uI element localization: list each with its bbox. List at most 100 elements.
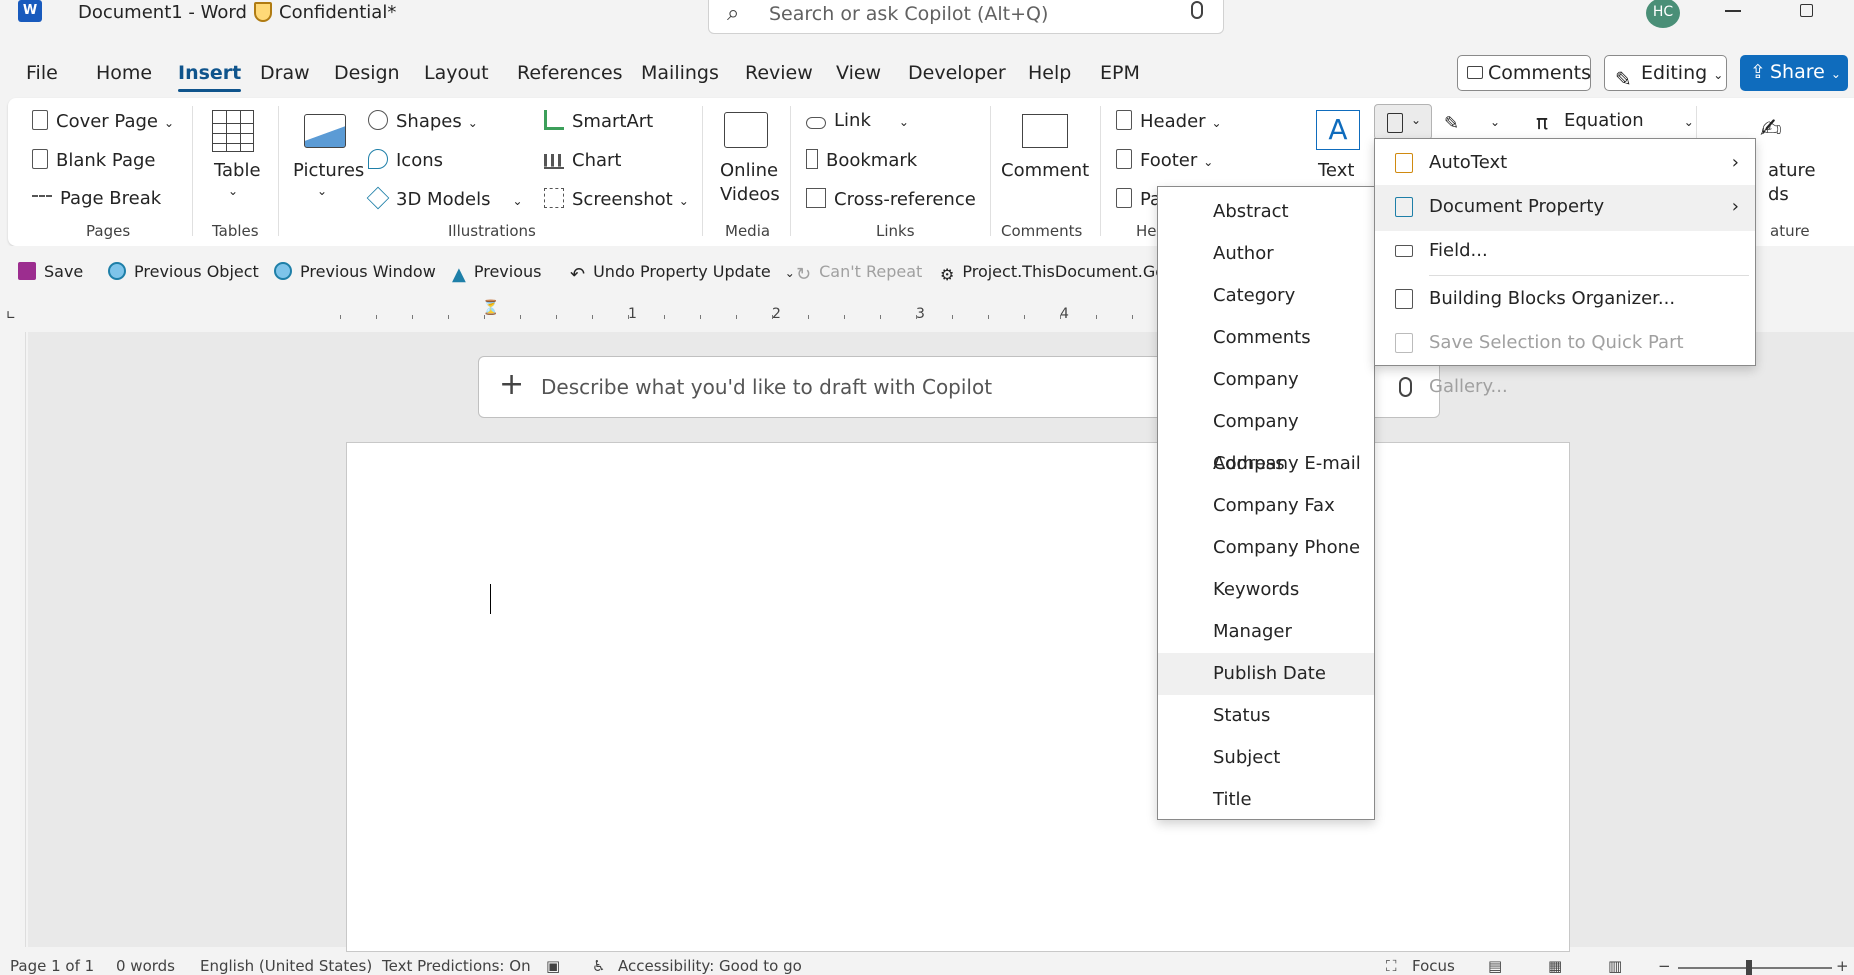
tab-insert[interactable]: Insert — [178, 62, 242, 92]
page-count[interactable]: Page 1 of 1 — [10, 957, 94, 975]
tab-design[interactable]: Design — [334, 62, 400, 84]
word-count[interactable]: 0 words — [116, 957, 175, 975]
print-layout-icon[interactable]: ▦ — [1548, 957, 1562, 975]
zoom-out-icon[interactable]: − — [1658, 957, 1671, 975]
page-number-button[interactable]: Pa — [1116, 188, 1161, 210]
new-comment-icon[interactable] — [1022, 114, 1068, 148]
table-icon[interactable] — [212, 110, 254, 152]
property-company-fax[interactable]: Company Fax — [1158, 485, 1374, 527]
property-publish-date[interactable]: Publish Date — [1158, 653, 1374, 695]
property-company-address[interactable]: Company Address — [1158, 401, 1374, 474]
comment-button-label[interactable]: Comment — [1001, 160, 1089, 181]
microphone-icon[interactable] — [1191, 1, 1203, 19]
focus-icon[interactable]: ⛶ — [1386, 957, 1397, 975]
accessibility-icon[interactable]: ♿ — [592, 957, 605, 975]
editing-mode-button[interactable]: ✎ Editing ⌄ — [1604, 55, 1727, 91]
property-author[interactable]: Author — [1158, 233, 1374, 275]
focus-mode[interactable]: Focus — [1412, 957, 1455, 975]
autotext-menu-item[interactable]: AutoText › — [1375, 141, 1755, 187]
quick-parts-button[interactable]: ⌄ — [1374, 104, 1432, 140]
signature-line-button[interactable]: ✎ ⌄ — [1444, 110, 1500, 134]
accessibility-status[interactable]: Accessibility: Good to go — [618, 957, 802, 975]
repeat-button[interactable]: ↻ Can't Repeat — [796, 262, 922, 285]
signature-icon[interactable]: ✍ — [1760, 114, 1782, 144]
page-break-button[interactable]: Page Break — [32, 188, 161, 209]
tab-stop-icon[interactable]: ∟ — [6, 308, 16, 322]
zoom-in-icon[interactable]: + — [1836, 957, 1849, 975]
tab-developer[interactable]: Developer — [908, 62, 1006, 84]
pictures-icon[interactable] — [304, 114, 346, 148]
previous-button[interactable]: ▲ Previous — [452, 262, 541, 285]
property-subject[interactable]: Subject — [1158, 737, 1374, 779]
previous-object-button[interactable]: Previous Object — [108, 262, 259, 281]
table-button-label[interactable]: Table — [214, 160, 261, 181]
property-abstract[interactable]: Abstract — [1158, 191, 1374, 233]
chart-button[interactable]: Chart — [544, 149, 621, 171]
smartart-button[interactable]: SmartArt — [544, 110, 653, 132]
tab-references[interactable]: References — [517, 62, 623, 84]
text-button-label[interactable]: Text — [1318, 160, 1354, 181]
property-comments[interactable]: Comments — [1158, 317, 1374, 359]
pictures-button-label[interactable]: Pictures — [293, 160, 364, 181]
macro-button[interactable]: ⚙ Project.ThisDocument.GoBa — [940, 262, 1186, 284]
text-box-icon[interactable]: A — [1316, 110, 1360, 150]
text-predictions[interactable]: Text Predictions: On — [382, 957, 531, 975]
tab-draw[interactable]: Draw — [260, 62, 310, 84]
chevron-down-icon[interactable]: ⌄ — [228, 184, 238, 198]
blank-page-button[interactable]: Blank Page — [32, 149, 156, 171]
signature-line2[interactable]: ds — [1768, 184, 1789, 205]
tab-view[interactable]: View — [836, 62, 881, 84]
comments-button[interactable]: Comments — [1457, 55, 1591, 91]
tab-help[interactable]: Help — [1028, 62, 1071, 84]
property-company-phone[interactable]: Company Phone — [1158, 527, 1374, 569]
save-button[interactable]: Save — [18, 262, 83, 281]
header-button[interactable]: Header ⌄ — [1116, 110, 1222, 132]
tab-home[interactable]: Home — [96, 62, 152, 84]
videos-label[interactable]: Videos — [720, 184, 780, 205]
tab-epm[interactable]: EPM — [1100, 62, 1140, 84]
cross-reference-button[interactable]: Cross-reference — [806, 188, 976, 210]
property-company[interactable]: Company — [1158, 359, 1374, 401]
property-title[interactable]: Title — [1158, 779, 1374, 821]
web-layout-icon[interactable]: ▥ — [1608, 957, 1622, 975]
cover-page-button[interactable]: Cover Page ⌄ — [32, 110, 174, 132]
zoom-slider[interactable] — [1678, 967, 1832, 969]
signature-line1[interactable]: ature — [1768, 160, 1816, 181]
equation-button[interactable]: π Equation ⌄ — [1536, 110, 1694, 134]
field-menu-item[interactable]: Field... — [1375, 229, 1755, 275]
property-manager[interactable]: Manager — [1158, 611, 1374, 653]
undo-button[interactable]: ↶ Undo Property Update ⌄ — [570, 262, 795, 285]
property-status[interactable]: Status — [1158, 695, 1374, 737]
plus-icon[interactable]: + — [499, 367, 524, 402]
property-keywords[interactable]: Keywords — [1158, 569, 1374, 611]
save-selection-menu-item[interactable]: Save Selection to Quick Part Gallery... — [1375, 321, 1755, 397]
link-button[interactable]: Link ⌄ — [806, 110, 909, 131]
zoom-slider-thumb[interactable] — [1746, 960, 1752, 975]
vertical-ruler[interactable] — [0, 332, 26, 947]
macro-recording-icon[interactable]: ▣ — [546, 957, 560, 975]
property-category[interactable]: Category — [1158, 275, 1374, 317]
restore-icon[interactable] — [1800, 4, 1813, 17]
3d-models-button[interactable]: 3D Models ⌄ — [366, 186, 523, 210]
indent-marker-icon[interactable]: ⏳ — [482, 300, 499, 316]
icons-button[interactable]: Icons — [368, 149, 443, 171]
screenshot-button[interactable]: Screenshot ⌄ — [544, 188, 689, 210]
chevron-down-icon[interactable]: ⌄ — [785, 266, 795, 280]
tab-mailings[interactable]: Mailings — [641, 62, 719, 84]
microphone-icon[interactable] — [1399, 377, 1412, 397]
online-video-icon[interactable] — [724, 112, 768, 148]
share-button[interactable]: ⇪ Share ⌄ — [1740, 55, 1848, 91]
online-label[interactable]: Online — [720, 160, 778, 181]
document-property-menu-item[interactable]: Document Property › — [1375, 185, 1755, 231]
footer-button[interactable]: Footer ⌄ — [1116, 149, 1213, 171]
sensitivity-shield-icon[interactable] — [254, 2, 272, 22]
read-mode-icon[interactable]: ▤ — [1488, 957, 1502, 975]
chevron-down-icon[interactable]: ⌄ — [317, 184, 327, 198]
language[interactable]: English (United States) — [200, 957, 372, 975]
user-avatar[interactable]: HC — [1646, 0, 1680, 28]
search-box[interactable]: ⌕ Search or ask Copilot (Alt+Q) — [708, 0, 1224, 34]
bookmark-button[interactable]: Bookmark — [806, 149, 917, 171]
tab-review[interactable]: Review — [745, 62, 813, 84]
sensitivity-label[interactable]: Confidential* — [279, 2, 396, 23]
shapes-button[interactable]: Shapes ⌄ — [368, 110, 478, 132]
